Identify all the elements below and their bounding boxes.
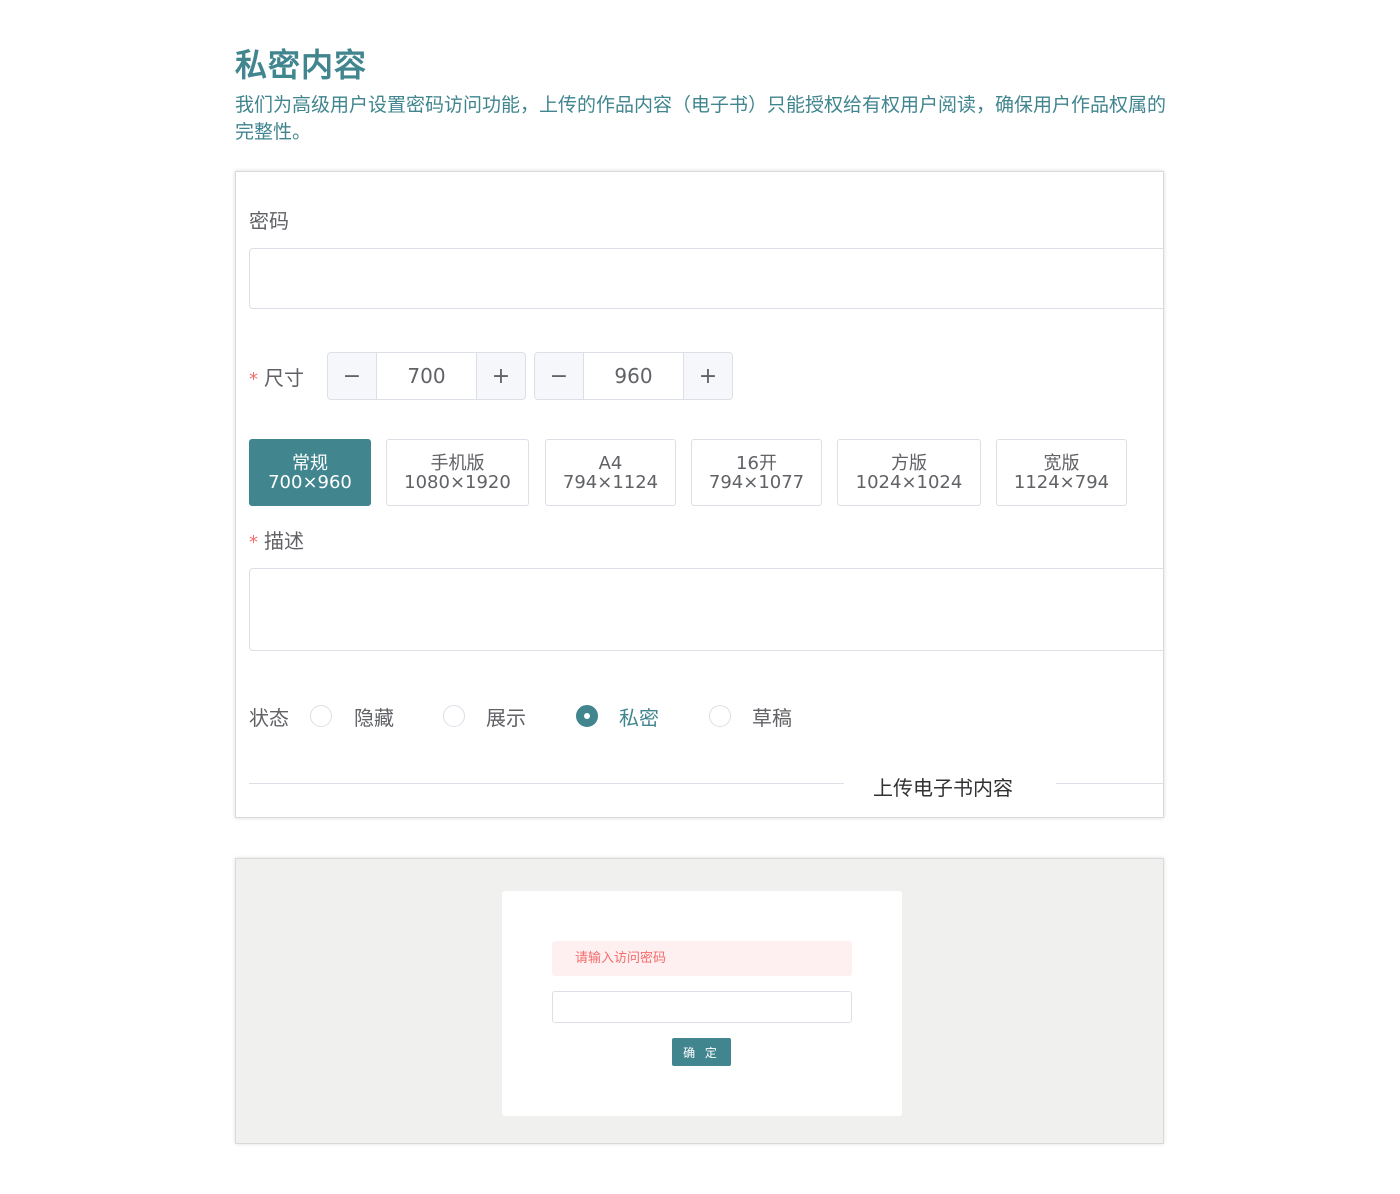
preset-name: A4 <box>598 452 623 474</box>
confirm-button[interactable]: 确 定 <box>672 1038 731 1066</box>
status-radio-private[interactable] <box>576 705 598 727</box>
upload-section-title: 上传电子书内容 <box>873 776 1013 800</box>
status-radio-hidden[interactable] <box>310 705 332 727</box>
divider-left <box>249 783 844 784</box>
preset-square-button[interactable]: 方版 1024×1024 <box>837 439 981 506</box>
preset-dims: 1024×1024 <box>855 471 963 493</box>
preset-dims: 794×1124 <box>562 471 659 493</box>
password-label: 密码 <box>249 209 289 233</box>
width-stepper[interactable]: − 700 + <box>327 352 526 400</box>
preset-16k-button[interactable]: 16开 794×1077 <box>691 439 822 506</box>
status-label-draft[interactable]: 草稿 <box>752 702 792 731</box>
status-radio-draft[interactable] <box>709 705 731 727</box>
preset-standard-button[interactable]: 常规 700×960 <box>249 439 371 506</box>
preset-a4-button[interactable]: A4 794×1124 <box>545 439 676 506</box>
width-value[interactable]: 700 <box>377 353 476 399</box>
access-password-input[interactable] <box>552 991 852 1023</box>
description-label-text: 描述 <box>264 529 304 553</box>
preset-name: 常规 <box>292 452 328 474</box>
status-label-hidden[interactable]: 隐藏 <box>354 702 394 731</box>
preset-dims: 794×1077 <box>708 471 805 493</box>
height-stepper[interactable]: − 960 + <box>534 352 733 400</box>
preset-name: 16开 <box>736 452 777 474</box>
preset-name: 宽版 <box>1043 452 1080 474</box>
password-input[interactable] <box>249 248 1163 309</box>
description-textarea[interactable] <box>249 568 1163 651</box>
password-alert: 请输入访问密码 <box>552 941 852 976</box>
size-label: * 尺寸 <box>249 362 304 391</box>
preset-dims: 700×960 <box>268 471 352 493</box>
status-radio-show[interactable] <box>443 705 465 727</box>
preset-dims: 1124×794 <box>1013 471 1110 493</box>
preset-name: 手机版 <box>430 452 485 474</box>
preset-mobile-button[interactable]: 手机版 1080×1920 <box>386 439 529 506</box>
password-prompt-card: 请输入访问密码 确 定 <box>502 891 902 1116</box>
required-mark: * <box>249 369 258 390</box>
preview-panel: 请输入访问密码 确 定 <box>235 858 1164 1144</box>
description-label: * 描述 <box>249 525 304 554</box>
preset-name: 方版 <box>891 452 927 474</box>
status-label: 状态 <box>249 706 289 730</box>
status-label-private[interactable]: 私密 <box>619 702 659 731</box>
height-value[interactable]: 960 <box>584 353 683 399</box>
preset-dims: 1080×1920 <box>404 471 511 493</box>
preset-wide-button[interactable]: 宽版 1124×794 <box>996 439 1127 506</box>
height-decrement-button[interactable]: − <box>535 353 584 399</box>
required-mark: * <box>249 532 258 553</box>
height-increment-button[interactable]: + <box>683 353 732 399</box>
width-increment-button[interactable]: + <box>476 353 525 399</box>
settings-panel: 密码 * 尺寸 − 700 + − 960 + 常规 700×960 手机版 10… <box>235 171 1164 818</box>
width-decrement-button[interactable]: − <box>328 353 377 399</box>
divider-right <box>1056 783 1163 784</box>
page-subtitle: 我们为高级用户设置密码访问功能，上传的作品内容（电子书）只能授权给有权用户阅读，… <box>235 94 1167 143</box>
status-label-show[interactable]: 展示 <box>486 702 526 731</box>
size-label-text: 尺寸 <box>264 366 304 390</box>
page-title: 私密内容 <box>235 46 368 84</box>
